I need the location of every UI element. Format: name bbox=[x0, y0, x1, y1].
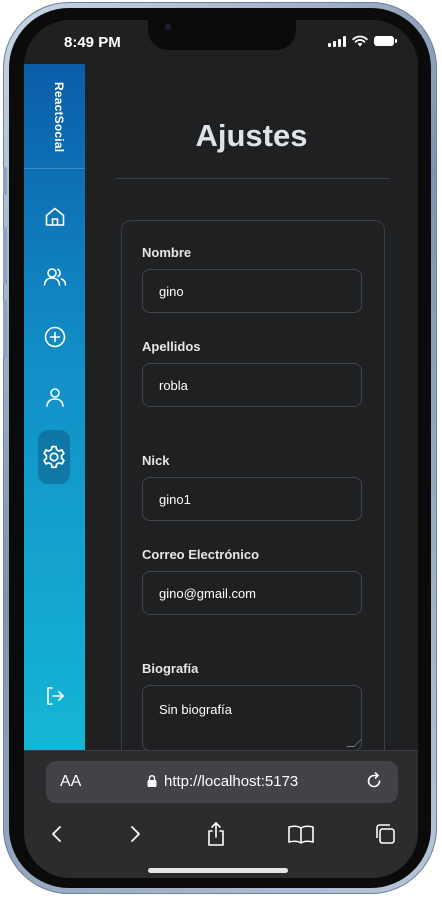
reload-icon[interactable] bbox=[364, 771, 384, 791]
email-label: Correo Electrónico bbox=[142, 547, 260, 562]
tabs-icon bbox=[376, 824, 395, 844]
sidebar-item-home[interactable] bbox=[39, 199, 71, 235]
volume-down-button bbox=[3, 300, 7, 358]
chevron-right-icon bbox=[131, 826, 140, 842]
title-divider bbox=[115, 178, 390, 179]
sidebar-item-create[interactable] bbox=[39, 319, 71, 355]
volume-up-button bbox=[3, 227, 7, 285]
reader-settings-button[interactable]: AA bbox=[60, 773, 81, 791]
browser-chrome: AA http://localhost:5173 bbox=[24, 750, 418, 878]
sidebar-item-settings[interactable] bbox=[38, 430, 70, 484]
url-text[interactable]: http://localhost:5173 bbox=[164, 773, 298, 790]
status-time: 8:49 PM bbox=[64, 34, 121, 51]
bio-label: Biografía bbox=[142, 661, 199, 676]
resize-handle[interactable] bbox=[346, 739, 362, 747]
home-icon bbox=[45, 207, 65, 226]
email-input[interactable]: gino@gmail.com bbox=[142, 571, 362, 615]
gear-icon bbox=[43, 445, 65, 469]
browser-toolbar bbox=[24, 815, 418, 855]
chevron-left-icon bbox=[52, 826, 61, 842]
sidebar-item-profile[interactable] bbox=[39, 379, 71, 415]
sidebar-item-logout[interactable] bbox=[39, 678, 71, 714]
bio-textarea[interactable]: Sin biografía bbox=[142, 685, 362, 750]
address-bar[interactable]: AA http://localhost:5173 bbox=[46, 761, 398, 803]
status-bar: 8:49 PM bbox=[24, 20, 418, 64]
users-icon bbox=[43, 268, 67, 286]
bookmarks-button[interactable] bbox=[286, 819, 316, 849]
wifi-icon bbox=[352, 35, 368, 47]
sidebar: ReactSocial bbox=[24, 64, 85, 750]
tabs-button[interactable] bbox=[370, 819, 400, 849]
nombre-input[interactable]: gino bbox=[142, 269, 362, 313]
page-title: Ajustes bbox=[195, 118, 308, 153]
share-button[interactable] bbox=[201, 819, 231, 849]
screen: 8:49 PM ReactSocial Ajustes Nombre gino … bbox=[24, 20, 418, 878]
settings-form: Nombre gino Apellidos robla Nick gino1 C… bbox=[121, 220, 385, 750]
share-icon bbox=[208, 822, 224, 846]
forward-button[interactable] bbox=[120, 819, 150, 849]
dynamic-island bbox=[148, 20, 296, 50]
mute-switch bbox=[3, 167, 7, 195]
lock-icon bbox=[147, 774, 157, 787]
bio-text: Sin biografía bbox=[159, 702, 232, 717]
battery-icon bbox=[374, 36, 397, 46]
reader-settings-label: AA bbox=[60, 773, 82, 790]
nick-input[interactable]: gino1 bbox=[142, 477, 362, 521]
plus-circle-icon bbox=[44, 326, 66, 348]
sidebar-item-people[interactable] bbox=[39, 259, 71, 295]
back-button[interactable] bbox=[42, 819, 72, 849]
logout-icon bbox=[47, 687, 64, 705]
settings-page: Ajustes Nombre gino Apellidos robla Nick… bbox=[85, 64, 418, 750]
status-icons bbox=[328, 35, 397, 47]
brand-logo[interactable]: ReactSocial bbox=[46, 82, 66, 162]
home-indicator bbox=[148, 868, 288, 873]
book-icon bbox=[288, 825, 314, 844]
nick-label: Nick bbox=[142, 453, 170, 468]
apellidos-input[interactable]: robla bbox=[142, 363, 362, 407]
signal-icon bbox=[328, 35, 346, 47]
camera-icon bbox=[165, 24, 171, 30]
sidebar-divider bbox=[24, 168, 85, 169]
user-icon bbox=[46, 388, 64, 407]
apellidos-label: Apellidos bbox=[142, 339, 201, 354]
nombre-label: Nombre bbox=[142, 245, 192, 260]
app: ReactSocial Ajustes Nombre gino Apellido… bbox=[24, 64, 418, 750]
